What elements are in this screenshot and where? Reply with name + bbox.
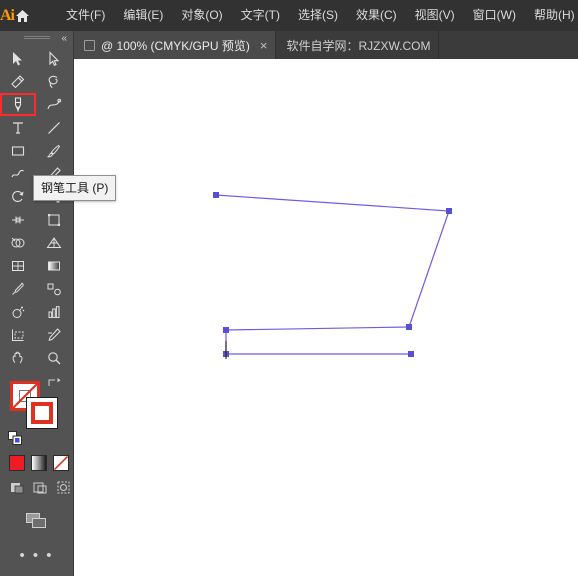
artboard-tool[interactable] <box>0 323 36 346</box>
type-tool[interactable] <box>0 116 36 139</box>
anchor-top-right <box>446 208 452 214</box>
screen-mode-button[interactable] <box>0 513 73 529</box>
shape-builder-tool[interactable] <box>0 231 36 254</box>
menu-window[interactable]: 窗口(W) <box>464 0 525 31</box>
menu-items: 文件(F) 编辑(E) 对象(O) 文字(T) 选择(S) 效果(C) 视图(V… <box>57 0 578 31</box>
slice-tool[interactable] <box>36 323 72 346</box>
rectangle-tool[interactable] <box>0 139 36 162</box>
menu-bar: Ai 文件(F) 编辑(E) 对象(O) 文字(T) 选择(S) 效果(C) 视… <box>0 0 578 31</box>
blend-tool[interactable] <box>36 277 72 300</box>
home-icon[interactable] <box>14 0 31 31</box>
tab-document-2-label: 软件自学网：RJZXW.COM <box>286 38 431 53</box>
artboard-canvas[interactable] <box>73 59 578 576</box>
hand-tool[interactable] <box>0 346 36 369</box>
menu-effect[interactable]: 效果(C) <box>347 0 406 31</box>
path-segment-lower <box>225 330 411 355</box>
illustrator-window: Ai 文件(F) 编辑(E) 对象(O) 文字(T) 选择(S) 效果(C) 视… <box>0 0 578 576</box>
tab-document-2[interactable]: 软件自学网：RJZXW.COM <box>276 31 440 59</box>
menu-edit[interactable]: 编辑(E) <box>114 0 172 31</box>
menu-view[interactable]: 视图(V) <box>406 0 464 31</box>
color-controls <box>0 375 73 453</box>
rotate-tool[interactable] <box>0 185 36 208</box>
paintbrush-tool[interactable] <box>36 139 72 162</box>
app-logo: Ai <box>0 6 15 24</box>
fill-swatch-inner <box>31 402 53 424</box>
swap-fill-stroke-icon[interactable] <box>47 377 63 389</box>
free-transform-tool[interactable] <box>36 208 72 231</box>
anchor-mid-right <box>406 324 412 330</box>
line-segment-tool[interactable] <box>36 116 72 139</box>
direct-selection-tool[interactable] <box>36 47 72 70</box>
draw-normal-icon[interactable] <box>9 479 25 495</box>
gradient-swatch-button[interactable] <box>31 455 47 471</box>
tools-panel-drag-handle[interactable]: « <box>0 31 73 45</box>
fill-swatch[interactable] <box>26 397 58 429</box>
tools-panel: « 钢笔工具 (P) • • • <box>0 31 117 576</box>
document-thumb-icon <box>84 39 95 51</box>
perspective-grid-tool[interactable] <box>36 231 72 254</box>
path-segment-upper <box>215 194 450 331</box>
column-graph-tool[interactable] <box>36 300 72 323</box>
more-tools-button[interactable]: • • • <box>0 547 73 564</box>
magic-wand-tool[interactable] <box>0 70 36 93</box>
drawing-mode-row <box>0 479 73 495</box>
shaper-tool[interactable] <box>0 162 36 185</box>
anchor-mid-left <box>223 327 229 333</box>
menu-file[interactable]: 文件(F) <box>57 0 114 31</box>
pen-tool[interactable] <box>0 93 36 116</box>
grip-icon <box>23 36 50 40</box>
color-mode-swatches <box>0 455 73 471</box>
close-icon[interactable]: × <box>260 39 268 52</box>
draw-behind-icon[interactable] <box>32 479 48 495</box>
menu-select[interactable]: 选择(S) <box>289 0 347 31</box>
color-swatch-button[interactable] <box>9 455 25 471</box>
chevron-double-left-icon[interactable]: « <box>61 33 67 44</box>
mesh-tool[interactable] <box>0 254 36 277</box>
tab-document-1-label: @ 100% (CMYK/GPU 预览) <box>101 38 250 53</box>
default-fill-stroke-icon[interactable] <box>8 431 22 445</box>
menu-type[interactable]: 文字(T) <box>232 0 289 31</box>
menu-object[interactable]: 对象(O) <box>172 0 231 31</box>
curvature-tool[interactable] <box>36 93 72 116</box>
width-tool[interactable] <box>0 208 36 231</box>
pen-tool-tooltip: 钢笔工具 (P) <box>33 175 117 201</box>
anchor-top-left <box>213 192 219 198</box>
tool-grid <box>0 45 73 369</box>
menu-help[interactable]: 帮助(H) <box>525 0 578 31</box>
eyedropper-tool[interactable] <box>0 277 36 300</box>
zoom-tool[interactable] <box>36 346 72 369</box>
tab-document-1[interactable]: @ 100% (CMYK/GPU 预览) × <box>74 31 277 59</box>
draw-inside-icon[interactable] <box>55 479 71 495</box>
symbol-sprayer-tool[interactable] <box>0 300 36 323</box>
none-swatch-button[interactable] <box>53 455 69 471</box>
document-tab-bar: @ 100% (CMYK/GPU 预览) × 软件自学网：RJZXW.COM <box>0 31 578 59</box>
lasso-tool[interactable] <box>36 70 72 93</box>
drawn-path[interactable] <box>73 59 578 576</box>
selection-tool[interactable] <box>0 47 36 70</box>
anchor-bottom-right <box>408 351 414 357</box>
gradient-tool[interactable] <box>36 254 72 277</box>
